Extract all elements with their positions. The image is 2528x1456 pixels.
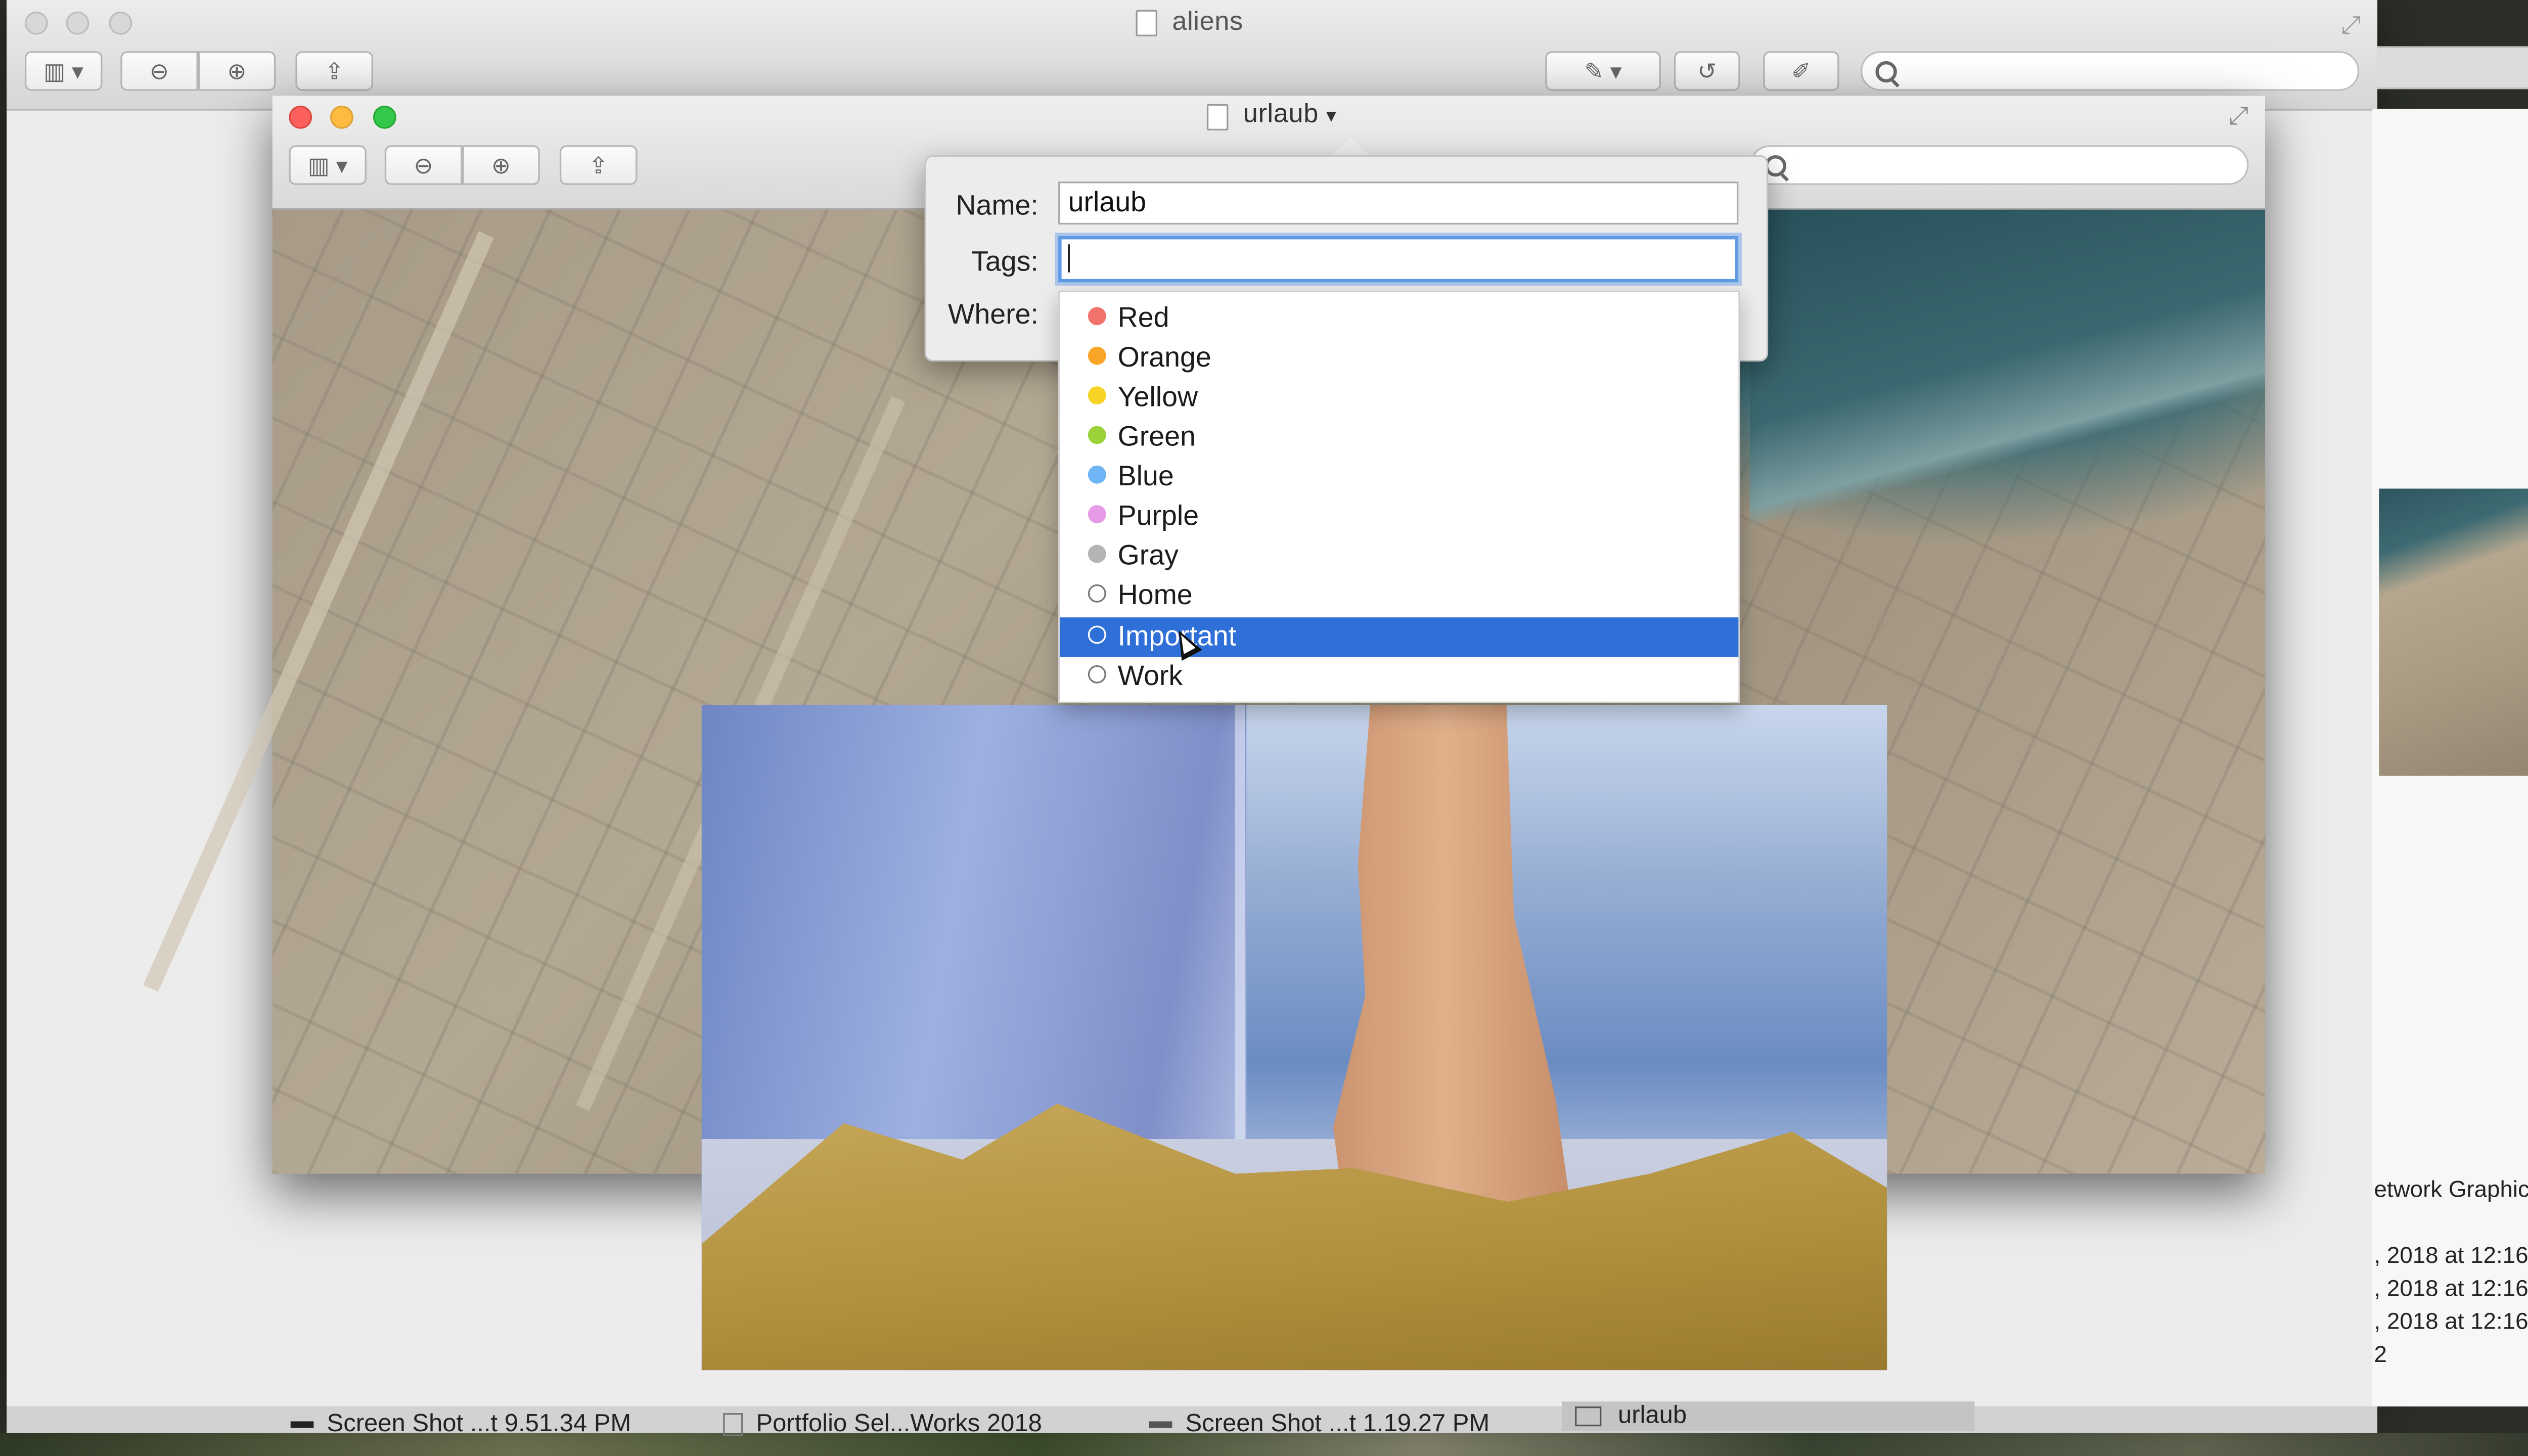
front-share-button[interactable]: ⇪ (559, 145, 638, 185)
front-window-title[interactable]: urlaub ▾ (1243, 101, 1337, 130)
tag-option-label: Orange (1117, 341, 1211, 373)
file-icon (1149, 1421, 1172, 1428)
zoom-out-icon: ⊖ (149, 57, 169, 83)
bottom-tab-2-label: Portfolio Sel...Works 2018 (756, 1409, 1042, 1438)
zoom-button[interactable] (373, 105, 396, 129)
front-zoom-out-button[interactable]: ⊖ (384, 145, 463, 185)
pdf-icon (723, 1413, 743, 1436)
fullscreen-icon[interactable]: ⤢ (2229, 102, 2248, 130)
close-button[interactable] (289, 105, 312, 129)
tag-color-dot (1088, 505, 1106, 524)
tag-option-red[interactable]: Red (1060, 299, 1738, 338)
bottom-tab-2[interactable]: Portfolio Sel...Works 2018 (723, 1410, 1042, 1438)
background-tab-strip (2377, 46, 2528, 89)
tag-option-purple[interactable]: Purple (1060, 497, 1738, 536)
front-sidebar-view-button[interactable]: ▥ ▾ (289, 145, 367, 185)
photo-panel-seam (1235, 705, 1245, 1200)
tag-option-gray[interactable]: Gray (1060, 536, 1738, 576)
zoom-out-button[interactable]: ⊖ (120, 51, 198, 91)
fullscreen-icon[interactable]: ⤢ (2341, 12, 2361, 40)
tag-option-orange[interactable]: Orange (1060, 338, 1738, 378)
close-button-inactive[interactable] (24, 11, 48, 35)
sidebar-icon: ▥ ▾ (43, 57, 84, 83)
tag-option-label: Purple (1117, 500, 1199, 532)
zoom-button-inactive[interactable] (109, 11, 132, 35)
edit-icon: ✐ (1791, 57, 1811, 83)
rotate-icon: ↺ (1697, 57, 1717, 83)
tag-option-yellow[interactable]: Yellow (1060, 378, 1738, 418)
info-extra-text: 2 (2374, 1340, 2387, 1367)
zoom-in-button[interactable]: ⊕ (198, 51, 276, 91)
popover-arrow (1330, 137, 1371, 157)
sidebar-view-button[interactable]: ▥ ▾ (24, 51, 103, 91)
date-modified-text: , 2018 at 12:16 PM (2374, 1274, 2528, 1301)
search-icon (1875, 61, 1897, 83)
tag-option-label: Yellow (1117, 381, 1198, 413)
front-window-title-text: urlaub (1243, 101, 1319, 129)
document-icon (1136, 10, 1157, 36)
document-icon (1206, 104, 1229, 130)
share-icon: ⇪ (589, 151, 608, 178)
where-label: Where: (947, 299, 1039, 331)
tag-option-home[interactable]: Home (1060, 576, 1738, 616)
minimize-button-inactive[interactable] (66, 11, 89, 35)
tag-empty-circle-icon (1088, 625, 1106, 644)
minimize-button[interactable] (330, 105, 353, 129)
zoom-in-icon: ⊕ (227, 57, 247, 83)
share-button[interactable]: ⇪ (295, 51, 373, 91)
tag-suggestions-list: Red Orange Yellow Green Blue Purple Gray… (1058, 290, 1740, 704)
tag-option-label: Home (1117, 579, 1193, 611)
bottom-tab-3-label: Screen Shot ...t 1.19.27 PM (1185, 1409, 1490, 1438)
date-opened-text: , 2018 at 12:16 PM (2374, 1307, 2528, 1334)
tag-option-important-selected[interactable]: Important (1060, 617, 1739, 657)
tag-color-dot (1088, 386, 1106, 404)
bottom-tab-3[interactable]: Screen Shot ...t 1.19.27 PM (1149, 1409, 1490, 1438)
tag-option-green[interactable]: Green (1060, 418, 1738, 457)
tag-color-dot (1088, 426, 1106, 444)
pen-icon: ✎ ▾ (1584, 57, 1622, 83)
zoom-in-icon: ⊕ (491, 151, 511, 178)
tag-option-label: Green (1117, 421, 1196, 452)
bottom-tab-1[interactable]: Screen Shot ...t 9.51.34 PM (290, 1409, 631, 1438)
bottom-tab-4-label: urlaub (1617, 1401, 1687, 1430)
front-zoom-in-button[interactable]: ⊕ (462, 145, 540, 185)
front-search-field[interactable] (1750, 145, 2249, 185)
file-kind-text: etwork Graphics i... (2374, 1175, 2528, 1202)
zoom-out-icon: ⊖ (414, 151, 433, 178)
tag-option-label: Work (1117, 660, 1183, 692)
tag-option-work[interactable]: Work (1060, 657, 1738, 697)
name-label: Name: (956, 190, 1039, 221)
share-icon: ⇪ (325, 57, 344, 83)
thumbnail-image[interactable] (2379, 488, 2528, 776)
rotate-button[interactable]: ↺ (1674, 51, 1740, 91)
tag-option-blue[interactable]: Blue (1060, 457, 1738, 496)
tag-option-label: Gray (1117, 539, 1179, 571)
file-icon (290, 1421, 314, 1428)
tag-color-dot (1088, 346, 1106, 365)
bottom-tab-4-active[interactable]: urlaub (1561, 1401, 1975, 1432)
sea-area (1750, 208, 2265, 555)
markup-toolbar-button[interactable]: ✐ (1763, 51, 1839, 91)
tags-label: Tags: (971, 246, 1039, 278)
tag-empty-circle-icon (1088, 665, 1106, 684)
tag-option-label: Blue (1117, 461, 1174, 492)
tag-color-dot (1088, 544, 1106, 563)
chevron-down-icon: ▾ (1326, 104, 1337, 127)
bottom-tab-1-label: Screen Shot ...t 9.51.34 PM (327, 1409, 631, 1438)
background-window-title: aliens (1172, 8, 1243, 36)
image-icon (1575, 1406, 1602, 1427)
date-created-text: , 2018 at 12:16 PM (2374, 1241, 2528, 1268)
background-search-field[interactable] (1860, 51, 2360, 91)
tag-color-dot (1088, 465, 1106, 484)
tag-option-label: Red (1117, 302, 1169, 334)
tags-field[interactable] (1058, 236, 1739, 283)
tag-empty-circle-icon (1088, 584, 1106, 603)
markup-pen-button[interactable]: ✎ ▾ (1545, 51, 1661, 91)
name-field[interactable]: urlaub (1058, 181, 1739, 225)
sidebar-icon: ▥ ▾ (307, 151, 348, 178)
tag-color-dot (1088, 307, 1106, 326)
text-cursor (1068, 244, 1070, 272)
